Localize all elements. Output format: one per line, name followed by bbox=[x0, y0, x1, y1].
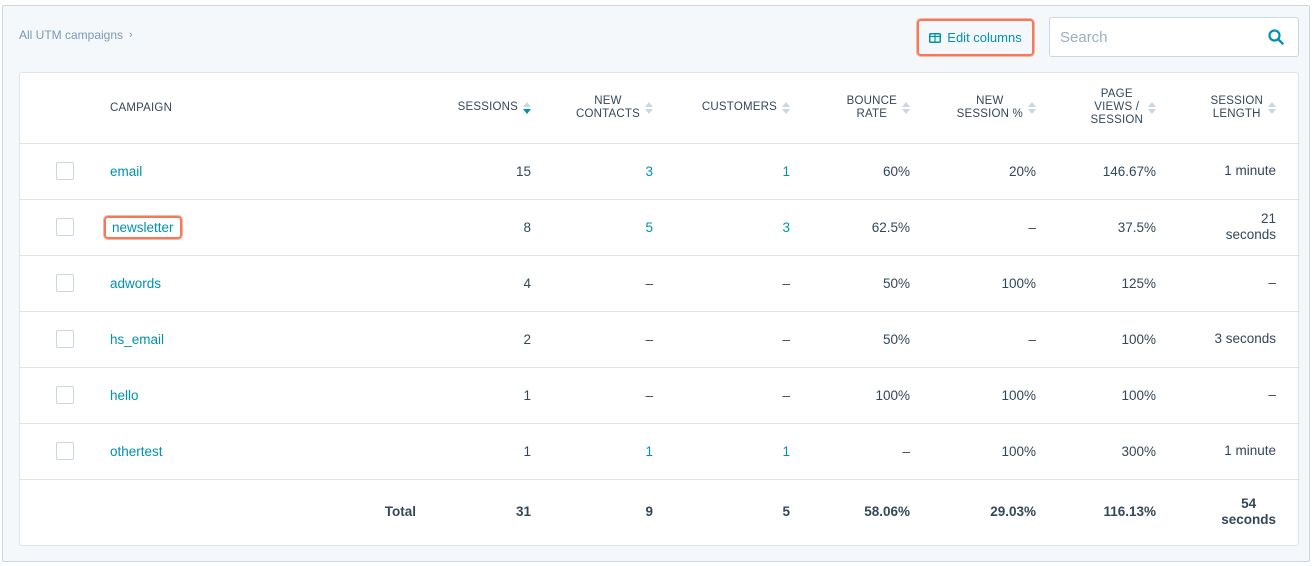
new-contacts-value: – bbox=[645, 331, 653, 347]
edit-columns-label: Edit columns bbox=[947, 30, 1022, 45]
page-views-value: 100% bbox=[1121, 331, 1156, 347]
total-label: Total bbox=[384, 504, 416, 520]
page-views-value: 37.5% bbox=[1117, 219, 1156, 235]
session-length-value: – bbox=[1268, 275, 1276, 290]
sort-icon bbox=[782, 101, 790, 114]
session-length-value: 3 seconds bbox=[1214, 331, 1276, 346]
total-new-contacts: 9 bbox=[645, 504, 653, 520]
customers-value: – bbox=[782, 387, 790, 403]
campaigns-panel: All UTM campaigns › Edit columns Search … bbox=[2, 5, 1310, 562]
sessions-value: 15 bbox=[515, 163, 531, 179]
sessions-value: 8 bbox=[523, 219, 531, 235]
page-views-value: 146.67% bbox=[1102, 163, 1156, 179]
column-header-customers[interactable]: CUSTOMERS bbox=[653, 73, 790, 144]
breadcrumb-label[interactable]: All UTM campaigns bbox=[19, 28, 123, 42]
page-views-value: 100% bbox=[1121, 387, 1156, 403]
column-header-new-contacts[interactable]: NEW CONTACTS bbox=[531, 73, 653, 144]
column-header-new-session-pct[interactable]: NEW SESSION % bbox=[910, 73, 1036, 144]
campaign-link[interactable]: email bbox=[104, 161, 148, 182]
row-checkbox[interactable] bbox=[56, 162, 74, 180]
column-header-sessions[interactable]: SESSIONS bbox=[416, 73, 531, 144]
sessions-value: 2 bbox=[523, 331, 531, 347]
search-input[interactable] bbox=[1050, 28, 1250, 46]
campaign-link[interactable]: hs_email bbox=[104, 329, 170, 350]
customers-value[interactable]: 1 bbox=[782, 164, 790, 179]
customers-value: – bbox=[782, 331, 790, 347]
campaign-link[interactable]: othertest bbox=[104, 441, 169, 462]
bounce-rate-value: 50% bbox=[882, 331, 910, 347]
customers-value[interactable]: 1 bbox=[782, 444, 790, 459]
total-customers: 5 bbox=[782, 504, 790, 520]
breadcrumb[interactable]: All UTM campaigns › bbox=[19, 28, 133, 42]
sort-icon bbox=[1268, 101, 1276, 114]
total-sessions: 31 bbox=[515, 504, 531, 520]
total-row: Total 31 9 5 58.06% 29.03% 116.13% 54 seconds bbox=[20, 479, 1300, 544]
sort-descending-icon bbox=[523, 101, 531, 114]
new-contacts-value[interactable]: 5 bbox=[645, 220, 653, 235]
bounce-rate-value: – bbox=[902, 443, 910, 459]
total-page-views: 116.13% bbox=[1103, 504, 1156, 520]
campaigns-table-card: CAMPAIGN SESSIONS NEW CONTACTS CUSTOMERS… bbox=[19, 72, 1300, 546]
table-row[interactable]: othertest 1 1 1 – 100% 300% 1 minute bbox=[20, 423, 1300, 480]
row-checkbox[interactable] bbox=[56, 386, 74, 404]
sessions-value: 1 bbox=[523, 443, 531, 459]
total-new-session-pct: 29.03% bbox=[990, 504, 1036, 520]
column-header-bounce-rate[interactable]: BOUNCE RATE bbox=[790, 73, 910, 144]
page-views-value: 300% bbox=[1121, 443, 1156, 459]
sessions-value: 4 bbox=[523, 275, 531, 291]
customers-value[interactable]: 3 bbox=[782, 220, 790, 235]
column-header-session-length[interactable]: SESSION LENGTH bbox=[1156, 73, 1276, 144]
session-length-value: 1 minute bbox=[1224, 163, 1276, 178]
sessions-value: 1 bbox=[523, 387, 531, 403]
new-session-pct-value: 100% bbox=[1001, 275, 1036, 291]
table-row[interactable]: newsletter 8 5 3 62.5% – 37.5% 21 seconds bbox=[20, 199, 1300, 256]
new-session-pct-value: 100% bbox=[1001, 443, 1036, 459]
new-session-pct-value: – bbox=[1028, 331, 1036, 347]
row-checkbox[interactable] bbox=[56, 330, 74, 348]
column-header-page-views[interactable]: PAGE VIEWS / SESSION bbox=[1036, 73, 1156, 144]
new-contacts-value[interactable]: 3 bbox=[645, 164, 653, 179]
search-box[interactable] bbox=[1049, 17, 1299, 57]
new-contacts-value: – bbox=[645, 275, 653, 291]
campaign-link[interactable]: newsletter bbox=[104, 215, 182, 239]
bounce-rate-value: 60% bbox=[882, 163, 910, 179]
table-row[interactable]: hs_email 2 – – 50% – 100% 3 seconds bbox=[20, 311, 1300, 368]
sort-icon bbox=[902, 101, 910, 114]
total-bounce-rate: 58.06% bbox=[864, 504, 910, 520]
row-checkbox[interactable] bbox=[56, 218, 74, 236]
bounce-rate-value: 50% bbox=[882, 275, 910, 291]
table-row[interactable]: adwords 4 – – 50% 100% 125% – bbox=[20, 255, 1300, 312]
session-length-value: 1 minute bbox=[1224, 443, 1276, 458]
new-session-pct-value: 100% bbox=[1001, 387, 1036, 403]
campaigns-table: CAMPAIGN SESSIONS NEW CONTACTS CUSTOMERS… bbox=[20, 73, 1300, 544]
row-checkbox[interactable] bbox=[56, 274, 74, 292]
campaign-link[interactable]: hello bbox=[104, 385, 145, 406]
session-length-value: – bbox=[1268, 387, 1276, 402]
new-contacts-value: – bbox=[645, 387, 653, 403]
search-icon[interactable] bbox=[1268, 29, 1284, 50]
sort-icon bbox=[1028, 101, 1036, 114]
bounce-rate-value: 100% bbox=[875, 387, 910, 403]
campaign-link[interactable]: adwords bbox=[104, 273, 167, 294]
table-header-row: CAMPAIGN SESSIONS NEW CONTACTS CUSTOMERS… bbox=[20, 73, 1300, 144]
sort-icon bbox=[1148, 101, 1156, 114]
page-views-value: 125% bbox=[1121, 275, 1156, 291]
bounce-rate-value: 62.5% bbox=[871, 219, 910, 235]
select-column-header bbox=[20, 73, 110, 144]
new-session-pct-value: – bbox=[1028, 219, 1036, 235]
session-length-value: 21 seconds bbox=[1225, 211, 1276, 242]
table-row[interactable]: hello 1 – – 100% 100% 100% – bbox=[20, 367, 1300, 424]
customers-value: – bbox=[782, 275, 790, 291]
column-header-campaign[interactable]: CAMPAIGN bbox=[110, 73, 416, 144]
columns-icon bbox=[929, 32, 942, 43]
edit-columns-button[interactable]: Edit columns bbox=[917, 19, 1034, 56]
row-checkbox[interactable] bbox=[56, 442, 74, 460]
new-contacts-value[interactable]: 1 bbox=[645, 444, 653, 459]
chevron-right-icon: › bbox=[129, 29, 133, 41]
sort-icon bbox=[645, 101, 653, 114]
new-session-pct-value: 20% bbox=[1008, 163, 1036, 179]
table-row[interactable]: email 15 3 1 60% 20% 146.67% 1 minute bbox=[20, 143, 1300, 200]
total-session-length: 54 seconds bbox=[1221, 495, 1276, 527]
